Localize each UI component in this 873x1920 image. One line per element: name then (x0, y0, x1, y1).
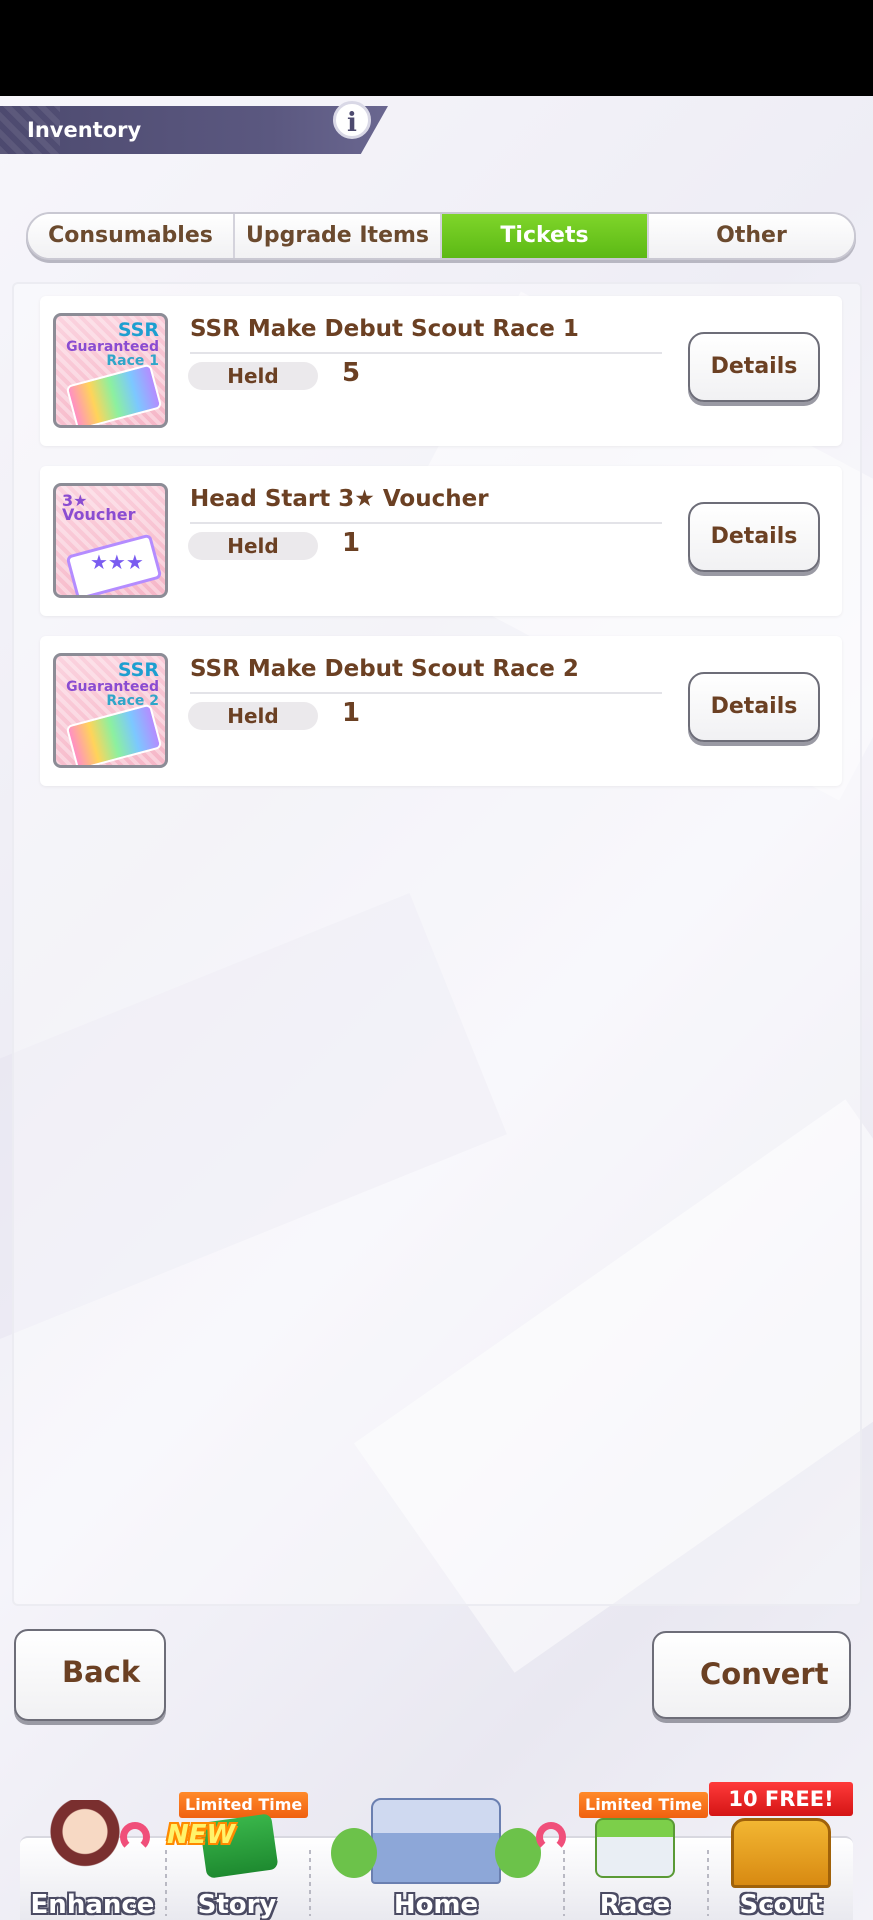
held-label: Held (188, 532, 318, 560)
bottom-nav: Enhance Limited Time NEW Story Home Limi… (20, 1782, 853, 1920)
nav-enhance[interactable]: Enhance (20, 1800, 165, 1920)
item-name: SSR Make Debut Scout Race 1 (190, 316, 579, 342)
held-count: 1 (342, 698, 361, 728)
item-list-panel: SSR Guaranteed Race 1 SSR Make Debut Sco… (12, 282, 862, 1606)
held-count: 1 (342, 528, 361, 558)
item-name: SSR Make Debut Scout Race 2 (190, 656, 579, 682)
convert-button[interactable]: Convert (652, 1631, 851, 1719)
stars-icon: ★★★ (89, 552, 144, 575)
nav-scout[interactable]: 10 FREE! Scout (709, 1782, 853, 1920)
back-label: Back (62, 1655, 141, 1689)
tree-icon (495, 1828, 541, 1878)
list-item: SSR Guaranteed Race 1 SSR Make Debut Sco… (40, 296, 842, 446)
details-button[interactable]: Details (688, 332, 820, 402)
limited-time-badge: Limited Time (579, 1792, 709, 1818)
nav-label: Home (393, 1890, 479, 1920)
character-icon (50, 1800, 120, 1890)
list-item: SSR Guaranteed Race 2 SSR Make Debut Sco… (40, 636, 842, 786)
back-button[interactable]: Back (14, 1629, 166, 1721)
voucher-ticket-shape: ★★★ (65, 533, 163, 595)
info-button[interactable]: i (333, 101, 371, 139)
icon-text: SSR Guaranteed Race 2 (66, 659, 159, 709)
nav-label: Story (197, 1890, 277, 1920)
details-button[interactable]: Details (688, 502, 820, 572)
horseshoe-icon (536, 1822, 566, 1852)
tree-icon (331, 1828, 377, 1878)
divider (190, 352, 662, 354)
divider (190, 692, 662, 694)
held-label: Held (188, 702, 318, 730)
held-count: 5 (342, 358, 361, 388)
details-button[interactable]: Details (688, 672, 820, 742)
rainbow-ticket-icon (65, 363, 163, 425)
list-item: 3★ Voucher ★★★ Head Start 3★ Voucher Hel… (40, 466, 842, 616)
nav-story[interactable]: Limited Time NEW Story (167, 1792, 309, 1920)
page-title: Inventory (27, 118, 142, 142)
nav-home[interactable]: Home (311, 1798, 566, 1920)
divider (190, 522, 662, 524)
convert-label: Convert (700, 1657, 829, 1691)
item-name: Head Start 3★ Voucher (190, 486, 489, 512)
free-badge: 10 FREE! (709, 1782, 853, 1816)
voucher-ticket-icon: 3★ Voucher ★★★ (53, 483, 168, 598)
held-label: Held (188, 362, 318, 390)
race-gate-icon (595, 1818, 675, 1878)
inventory-screen: Inventory i Consumables Upgrade Items Ti… (0, 96, 873, 1920)
tab-consumables[interactable]: Consumables (28, 214, 235, 258)
nav-label: Scout (739, 1890, 823, 1920)
icon-text: SSR Guaranteed Race 1 (66, 319, 159, 369)
nav-label: Enhance (30, 1890, 155, 1920)
nav-label: Race (599, 1890, 671, 1920)
new-tag: NEW (167, 1820, 236, 1850)
gate-icon (731, 1818, 831, 1888)
tab-tickets[interactable]: Tickets (442, 214, 649, 258)
header-banner: Inventory (0, 106, 388, 154)
tab-other[interactable]: Other (649, 214, 854, 258)
nav-race[interactable]: Limited Time Race (565, 1792, 709, 1920)
icon-text: 3★ Voucher (62, 491, 136, 524)
rainbow-ticket-icon (65, 703, 163, 765)
limited-time-badge: Limited Time (179, 1792, 309, 1818)
tab-upgrade-items[interactable]: Upgrade Items (235, 214, 442, 258)
ssr-ticket-icon: SSR Guaranteed Race 2 (53, 653, 168, 768)
school-building-icon (371, 1798, 501, 1884)
horseshoe-icon (120, 1822, 150, 1852)
category-tabs: Consumables Upgrade Items Tickets Other (26, 212, 856, 260)
ssr-ticket-icon: SSR Guaranteed Race 1 (53, 313, 168, 428)
